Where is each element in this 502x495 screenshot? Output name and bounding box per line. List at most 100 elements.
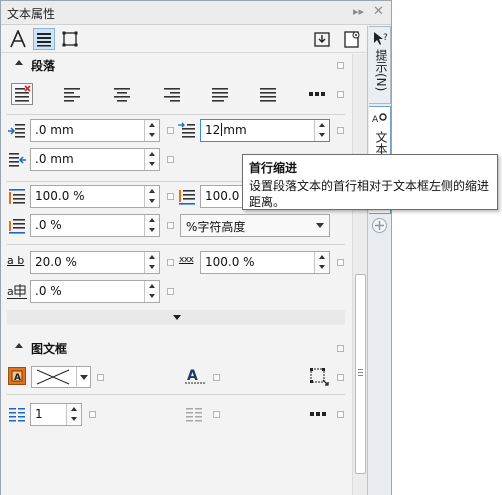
language-spacing-pin[interactable]: [167, 288, 174, 295]
close-docker-icon[interactable]: ✕: [373, 4, 384, 19]
line-spacing-value: .0 %: [35, 218, 62, 232]
frame-fill-picker[interactable]: [31, 366, 91, 388]
svg-text:a: a: [7, 285, 14, 298]
word-spacing-stepper[interactable]: [314, 252, 329, 273]
chevron-down-icon: [80, 375, 88, 380]
tooltip-body: 设置段落文本的首行相对于文本框左侧的缩进距离。: [249, 179, 490, 209]
justify-icon: [212, 88, 228, 102]
align-center-button[interactable]: [111, 83, 133, 105]
chevron-down-icon: [316, 223, 324, 228]
space-before-pin[interactable]: [167, 193, 174, 200]
left-indent-icon: [8, 124, 25, 138]
force-justify-button[interactable]: [257, 83, 279, 105]
char-spacing-pin[interactable]: [167, 259, 174, 266]
scrollbar-thumb[interactable]: [355, 274, 366, 474]
word-spacing-pin[interactable]: [337, 259, 344, 266]
tab-hints[interactable]: ? 提示(N): [369, 26, 391, 104]
language-spacing-stepper[interactable]: [144, 281, 159, 302]
line-spacing-pin[interactable]: [167, 222, 174, 229]
paragraph-lines-icon: [37, 33, 51, 47]
left-indent-field[interactable]: .0 mm: [30, 119, 160, 142]
paragraph-section-header[interactable]: 段落: [1, 54, 351, 76]
alignment-pin-checkbox[interactable]: [337, 91, 344, 98]
tab-hints-label: 提示(N): [374, 49, 388, 92]
language-spacing-value: .0 %: [35, 284, 62, 298]
char-spacing-stepper[interactable]: [144, 252, 159, 273]
svg-text:A: A: [372, 115, 379, 125]
cursor-question-icon: ?: [374, 32, 388, 45]
more-options-button[interactable]: [306, 83, 328, 105]
columns-count-stepper[interactable]: [66, 404, 81, 425]
frame-pin-checkbox[interactable]: [337, 345, 344, 352]
tab-text-label: 文本: [374, 131, 388, 155]
columns-pin[interactable]: [89, 411, 96, 418]
char-spacing-icon: a b: [7, 254, 25, 267]
line-spacing-field[interactable]: .0 %: [30, 214, 160, 237]
paragraph-tab-button[interactable]: [33, 28, 55, 50]
word-spacing-icon: xxx: [179, 255, 194, 265]
text-properties-docker: 文本属性 ▸▸ ✕ ? 提示(N) A 文本 段落 .0 mm 12 mm .0…: [0, 0, 392, 495]
vertical-alignment-icon[interactable]: A: [185, 366, 205, 386]
docker-side-tabs: ? 提示(N) A 文本: [367, 26, 391, 495]
columns-count-field[interactable]: 1: [30, 403, 82, 426]
left-indent-pin[interactable]: [167, 127, 174, 134]
first-line-indent-field[interactable]: 12 mm: [200, 119, 330, 142]
view-options-button[interactable]: [341, 28, 363, 50]
right-indent-pin[interactable]: [167, 156, 174, 163]
section-divider: [7, 394, 345, 395]
vertical-align-pin[interactable]: [213, 374, 220, 381]
line-spacing-stepper[interactable]: [144, 215, 159, 236]
frame-tab-button[interactable]: [59, 28, 81, 50]
no-fill-swatch-icon: [36, 369, 70, 385]
frame-background-icon: A: [11, 370, 23, 383]
more-settings-expander[interactable]: [7, 310, 345, 325]
column-settings-icon[interactable]: [185, 406, 203, 424]
char-spacing-field[interactable]: 20.0 %: [30, 251, 160, 274]
space-before-stepper[interactable]: [144, 186, 159, 207]
tooltip-title: 首行缩进: [249, 161, 298, 175]
ellipsis-icon[interactable]: [309, 411, 327, 417]
frame-background-button[interactable]: A: [8, 367, 26, 385]
left-indent-stepper[interactable]: [144, 120, 159, 141]
character-tab-button[interactable]: [7, 28, 29, 50]
section-pin-checkbox[interactable]: [337, 62, 344, 69]
collapse-docker-icon[interactable]: ▸▸: [353, 5, 364, 18]
frame-section-header[interactable]: 图文框: [1, 337, 351, 359]
svg-text:A: A: [14, 373, 21, 383]
frame-section-title: 图文框: [31, 342, 68, 356]
align-left-button[interactable]: [61, 83, 83, 105]
first-line-indent-pin[interactable]: [337, 127, 344, 134]
align-right-button[interactable]: [161, 83, 183, 105]
add-tab-button[interactable]: [372, 218, 387, 233]
fill-dropdown-arrow[interactable]: [76, 367, 91, 387]
docker-scrollbar[interactable]: [352, 54, 367, 495]
section-divider: [7, 114, 345, 115]
docker-title: 文本属性: [7, 7, 56, 21]
svg-text:?: ?: [383, 33, 388, 43]
spacing-unit-dropdown[interactable]: %字符高度: [180, 214, 330, 237]
space-before-field[interactable]: 100.0 %: [30, 185, 160, 208]
text-gear-icon: A: [372, 113, 387, 125]
expand-down-icon: [173, 315, 181, 320]
right-indent-stepper[interactable]: [144, 149, 159, 170]
page-eye-icon: [344, 31, 360, 48]
columns-count-value: 1: [35, 407, 43, 421]
space-before-value: 100.0 %: [35, 189, 85, 203]
language-spacing-field[interactable]: .0 %: [30, 280, 160, 303]
frame-resize-icon[interactable]: [309, 366, 329, 386]
justify-button[interactable]: [209, 83, 231, 105]
column-settings-pin[interactable]: [213, 411, 220, 418]
first-line-indent-stepper[interactable]: [314, 120, 329, 141]
right-indent-field[interactable]: .0 mm: [30, 148, 160, 171]
right-indent-icon: [9, 153, 26, 167]
frame-fill-pin[interactable]: [97, 374, 104, 381]
plus-icon: [375, 221, 384, 230]
import-button[interactable]: [311, 28, 333, 50]
no-alignment-button[interactable]: [11, 83, 33, 105]
collapse-triangle-icon: [15, 60, 23, 65]
word-spacing-field[interactable]: 100.0 %: [200, 251, 330, 274]
more-frame-pin[interactable]: [337, 411, 344, 418]
left-indent-value: .0 mm: [35, 123, 74, 137]
frame-resize-pin[interactable]: [337, 374, 344, 381]
language-spacing-icon: a: [7, 284, 27, 299]
